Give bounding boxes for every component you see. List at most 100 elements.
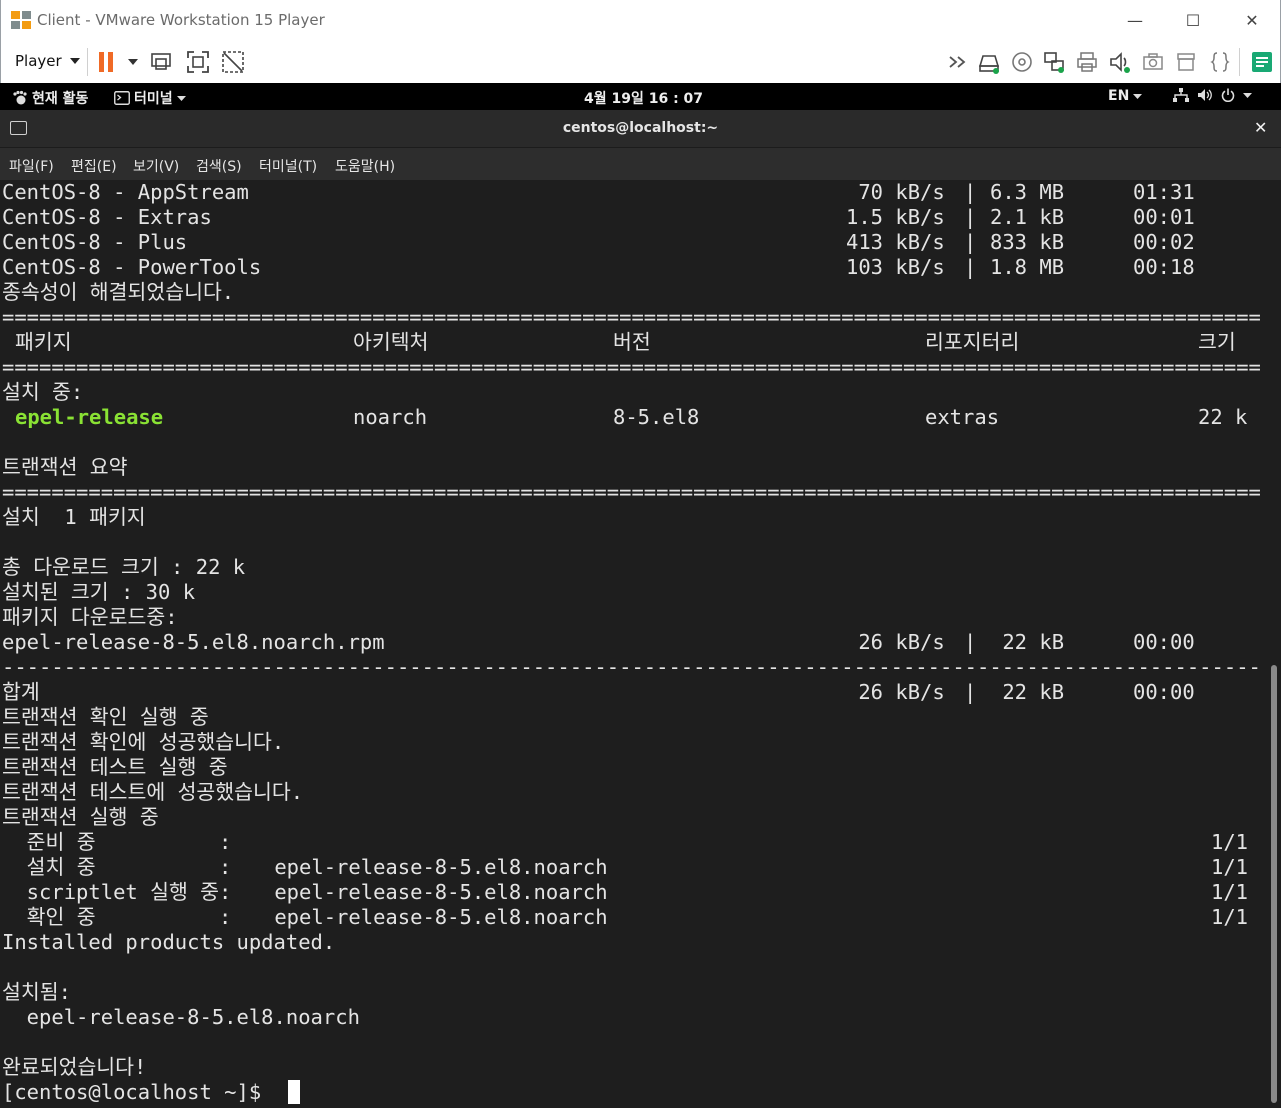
pipe-separator: | (964, 180, 977, 204)
printer-icon[interactable] (1075, 50, 1099, 74)
terminal-output[interactable]: CentOS-8 - AppStream 70 kB/s | 6.3 MB 01… (0, 180, 1281, 1108)
app-menu-button[interactable]: 터미널 (114, 88, 186, 108)
pause-icon[interactable] (96, 50, 120, 74)
repo-size: 1.8 MB (990, 255, 1065, 279)
progress-count: 1/1 (1211, 830, 1249, 854)
rpm-name: epel-release-8-5.el8.noarch.rpm (2, 630, 385, 654)
notes-icon[interactable] (1250, 50, 1274, 74)
activities-button[interactable]: 현재 활동 (12, 88, 88, 108)
network-wired-icon (1173, 88, 1189, 102)
repo-time: 00:18 (1133, 255, 1195, 279)
app-menu-label: 터미널 (134, 91, 173, 107)
products-updated-text: Installed products updated. (2, 930, 336, 954)
terminal-close-button[interactable]: ✕ (1254, 118, 1267, 137)
player-menu-button[interactable]: Player (9, 48, 86, 74)
gnome-foot-icon (13, 90, 27, 105)
forward-icon[interactable] (947, 50, 971, 74)
dropdown-icon[interactable] (125, 50, 149, 74)
input-method-button[interactable]: EN (1108, 88, 1143, 104)
vmware-logo-icon (11, 11, 31, 29)
minimize-button[interactable]: — (1122, 8, 1148, 32)
repo-name: CentOS-8 - Extras (2, 205, 212, 229)
repo-size: 833 kB (990, 230, 1065, 254)
header-package: 패키지 (15, 330, 72, 354)
header-size: 크기 (1198, 330, 1236, 354)
full-screen-icon[interactable] (186, 50, 210, 74)
terminal-title: centos@localhost:~ (562, 120, 719, 136)
package-repo: extras (925, 405, 1000, 429)
sound-icon[interactable] (1108, 50, 1132, 74)
gnome-top-bar: 현재 활동 터미널 4월 19일 16 : 07 EN (0, 83, 1281, 110)
cd-icon[interactable] (1010, 50, 1034, 74)
repo-name: CentOS-8 - PowerTools (2, 255, 262, 279)
step-line: 트랜잭션 실행 중 (2, 805, 159, 829)
rpm-speed: 26 kB/s (846, 630, 945, 654)
progress-label: 확인 중 : (2, 905, 232, 929)
camera-icon[interactable] (1141, 50, 1165, 74)
header-repo: 리포지터리 (925, 330, 1020, 354)
volume-icon (1198, 89, 1212, 101)
transaction-summary-text: 트랜잭션 요약 (2, 455, 128, 479)
menu-file[interactable]: 파일(F) (9, 156, 54, 176)
usb-icon[interactable] (1174, 50, 1198, 74)
progress-label: 준비 중 : (2, 830, 232, 854)
installed-size-text: 설치된 크기 : 30 k (2, 580, 196, 604)
double-rule: ========================================… (2, 305, 1260, 329)
total-time: 00:00 (1133, 680, 1195, 704)
header-arch: 아키텍처 (353, 330, 429, 354)
chevron-down-icon (69, 58, 80, 64)
send-ctrl-alt-del-icon[interactable] (149, 50, 173, 74)
progress-package: epel-release-8-5.el8.noarch (262, 880, 608, 904)
repo-speed: 70 kB/s (846, 180, 945, 204)
system-menu-button[interactable] (1173, 88, 1252, 102)
network-icon[interactable] (1042, 50, 1066, 74)
terminal-header: centos@localhost:~ ✕ (0, 110, 1281, 147)
dash-rule: ----------------------------------------… (2, 655, 1260, 679)
close-button[interactable]: ✕ (1239, 8, 1265, 32)
menu-search[interactable]: 검색(S) (196, 156, 242, 176)
player-menu-label: Player (15, 52, 62, 70)
installing-label: 설치 중: (2, 380, 84, 404)
rpm-size: 22 kB (990, 630, 1065, 654)
repo-speed: 103 kB/s (846, 255, 945, 279)
terminal-menubar: 파일(F) 편집(E) 보기(V) 검색(S) 터미널(T) 도움말(H) (0, 147, 1281, 180)
window-title: Client - VMware Workstation 15 Player (37, 11, 325, 29)
input-method-label: EN (1108, 88, 1130, 104)
menu-terminal[interactable]: 터미널(T) (259, 156, 317, 176)
repo-size: 6.3 MB (990, 180, 1065, 204)
vmware-toolbar: Player (0, 40, 1281, 83)
unity-icon[interactable] (221, 50, 245, 74)
repo-name: CentOS-8 - AppStream (2, 180, 249, 204)
total-label: 합계 (2, 680, 40, 704)
menu-help[interactable]: 도움말(H) (335, 156, 395, 176)
brackets-icon[interactable] (1208, 50, 1232, 74)
toolbar-divider (87, 48, 88, 76)
progress-label: 설치 중 : (2, 855, 232, 879)
deps-resolved-text: 종속성이 해결되었습니다. (2, 280, 235, 304)
install-count-text: 설치 1 패키지 (2, 505, 146, 529)
progress-count: 1/1 (1211, 855, 1249, 879)
hard-disk-icon[interactable] (977, 50, 1001, 74)
menu-edit[interactable]: 편집(E) (71, 156, 117, 176)
step-line: 트랜잭션 확인에 성공했습니다. (2, 730, 285, 754)
chevron-down-icon (1133, 93, 1143, 99)
chevron-down-icon (1243, 92, 1252, 98)
double-rule: ========================================… (2, 480, 1260, 504)
chevron-down-icon (176, 95, 186, 101)
maximize-button[interactable]: ☐ (1180, 8, 1206, 32)
downloading-text: 패키지 다운로드중: (2, 605, 178, 629)
rpm-time: 00:00 (1133, 630, 1195, 654)
text-cursor (288, 1080, 300, 1104)
activities-label: 현재 활동 (32, 91, 89, 107)
header-version: 버전 (613, 330, 651, 354)
terminal-scrollbar[interactable] (1271, 665, 1277, 1103)
menu-view[interactable]: 보기(V) (133, 156, 179, 176)
toolbar-divider (1239, 48, 1240, 76)
package-name: epel-release (15, 405, 164, 429)
total-download-text: 총 다운로드 크기 : 22 k (2, 555, 246, 579)
repo-name: CentOS-8 - Plus (2, 230, 188, 254)
package-version: 8-5.el8 (613, 405, 700, 429)
clock[interactable]: 4월 19일 16 : 07 (584, 88, 703, 108)
progress-count: 1/1 (1211, 905, 1249, 929)
pipe-separator: | (964, 630, 977, 654)
